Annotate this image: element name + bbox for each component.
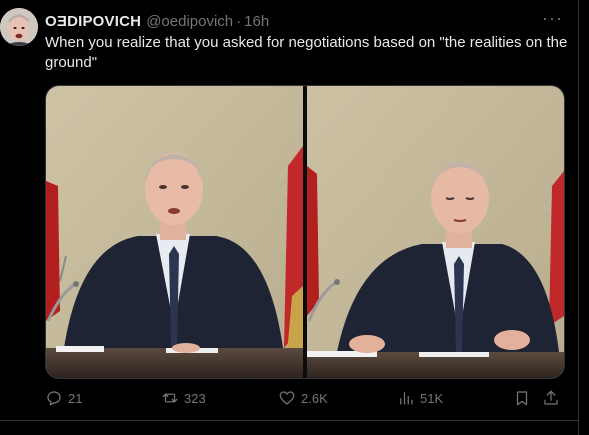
- action-bar: 21 323 2.6K 51K: [45, 386, 565, 410]
- reply-count: 21: [68, 390, 83, 406]
- share-button[interactable]: [542, 386, 560, 410]
- views-button[interactable]: 51K: [397, 386, 443, 410]
- avatar-image: [0, 8, 38, 46]
- repost-button[interactable]: 323: [161, 386, 206, 410]
- like-count: 2.6K: [301, 390, 328, 406]
- author-name[interactable]: OƎDIPOVICH: [45, 13, 141, 30]
- tweet-text: When you realize that you asked for nego…: [45, 34, 568, 71]
- repost-count: 323: [184, 390, 206, 406]
- reply-icon: [47, 391, 61, 406]
- reply-button[interactable]: 21: [45, 386, 82, 410]
- tweet-divider: [0, 420, 578, 421]
- photo-right-image: [307, 86, 564, 378]
- views-icon: [400, 392, 413, 405]
- photo-left-image: [46, 86, 303, 378]
- like-button[interactable]: 2.6K: [278, 386, 328, 410]
- timestamp[interactable]: 16h: [244, 13, 269, 30]
- share-icon: [544, 390, 558, 405]
- header-separator: ·: [236, 12, 242, 30]
- column-border: [578, 0, 579, 435]
- tweet-header: OƎDIPOVICH @oedipovich · 16h: [45, 11, 269, 31]
- bookmark-icon: [516, 391, 528, 406]
- repost-icon: [162, 393, 178, 403]
- bookmark-button[interactable]: [513, 386, 531, 410]
- media-photo-left[interactable]: [46, 86, 303, 378]
- views-count: 51K: [420, 390, 444, 406]
- more-options-icon[interactable]: ···: [542, 9, 563, 27]
- avatar[interactable]: [0, 8, 38, 46]
- tweet[interactable]: OƎDIPOVICH @oedipovich · 16h ··· When yo…: [0, 0, 578, 435]
- media-photo-right[interactable]: [307, 86, 564, 378]
- like-icon: [279, 391, 295, 405]
- author-handle[interactable]: @oedipovich: [146, 13, 233, 30]
- tweet-media[interactable]: [45, 85, 565, 379]
